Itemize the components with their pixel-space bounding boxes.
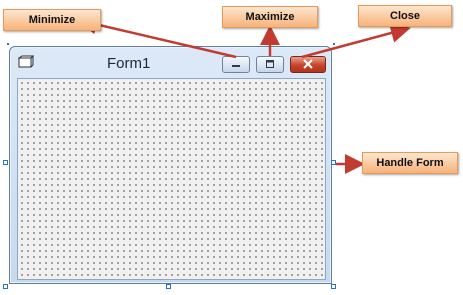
minimize-arrow — [77, 14, 237, 59]
close-arrow — [301, 23, 411, 59]
maximize-callout: Maximize — [222, 6, 318, 28]
annotation-arrows — [77, 14, 411, 174]
minimize-callout: Minimize — [3, 9, 101, 31]
handle-form-callout: Handle Form — [362, 152, 458, 174]
close-callout: Close — [358, 5, 452, 27]
